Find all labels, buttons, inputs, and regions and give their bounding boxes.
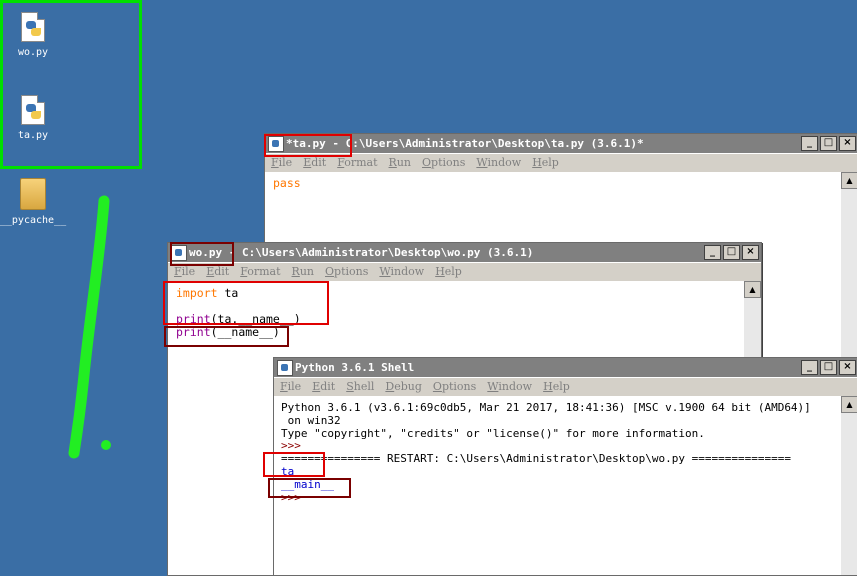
python-file-icon — [21, 95, 45, 125]
window-title: wo.py - C:\Users\Administrator\Desktop\w… — [189, 246, 534, 259]
menu-help[interactable]: Help — [526, 154, 564, 172]
scroll-up-icon[interactable]: ▲ — [841, 172, 857, 189]
annotation-box-wo-code — [163, 281, 329, 325]
title-bar[interactable]: *ta.py - C:\Users\Administrator\Desktop\… — [265, 134, 857, 153]
shell-banner-line: Type "copyright", "credits" or "license(… — [281, 427, 705, 440]
scroll-up-icon[interactable]: ▲ — [841, 396, 857, 413]
shell-restart-line: =============== RESTART: C:\Users\Admini… — [281, 452, 791, 465]
menu-options[interactable]: Options — [427, 378, 481, 396]
menu-debug[interactable]: Debug — [379, 378, 427, 396]
desktop-icon-label: wo.py — [17, 47, 49, 58]
minimize-button[interactable]: _ — [801, 136, 818, 151]
annotation-box-shell-ta — [263, 452, 325, 477]
shell-output[interactable]: Python 3.6.1 (v3.6.1:69c0db5, Mar 21 201… — [274, 396, 857, 575]
menu-options[interactable]: Options — [319, 263, 373, 281]
desktop-icon-wo-py[interactable]: wo.py — [2, 12, 64, 58]
annotation-box-ta-title — [264, 134, 352, 157]
menu-options[interactable]: Options — [416, 154, 470, 172]
menu-window[interactable]: Window — [470, 154, 526, 172]
close-button[interactable]: × — [742, 245, 759, 260]
title-bar[interactable]: wo.py - C:\Users\Administrator\Desktop\w… — [168, 243, 761, 262]
shell-banner-line: on win32 — [281, 414, 341, 427]
python-file-icon — [21, 12, 45, 42]
annotation-box-wo-title — [170, 242, 234, 266]
scroll-up-icon[interactable]: ▲ — [744, 281, 761, 298]
window-title: Python 3.6.1 Shell — [295, 361, 415, 374]
menu-bar: File Edit Shell Debug Options Window Hel… — [274, 378, 857, 396]
annotation-box-shell-main — [268, 478, 351, 498]
close-button[interactable]: × — [839, 136, 856, 151]
annotation-box-wo-print-name — [164, 326, 289, 347]
desktop-icon-ta-py[interactable]: ta.py — [2, 95, 64, 141]
title-bar[interactable]: Python 3.6.1 Shell _ □ × — [274, 358, 857, 377]
maximize-button[interactable]: □ — [820, 360, 837, 375]
desktop-icon-pycache[interactable]: __pycache__ — [0, 178, 68, 226]
menu-edit[interactable]: Edit — [306, 378, 340, 396]
menu-window[interactable]: Window — [481, 378, 537, 396]
menu-format[interactable]: Format — [234, 263, 285, 281]
python-shell-window[interactable]: Python 3.6.1 Shell _ □ × File Edit Shell… — [273, 357, 857, 576]
code-line: pass — [273, 176, 301, 190]
menu-run[interactable]: Run — [286, 263, 319, 281]
shell-prompt: >>> — [281, 439, 308, 452]
shell-banner-line: Python 3.6.1 (v3.6.1:69c0db5, Mar 21 201… — [281, 401, 811, 414]
menu-help[interactable]: Help — [537, 378, 575, 396]
desktop-icon-label: ta.py — [17, 130, 49, 141]
minimize-button[interactable]: _ — [704, 245, 721, 260]
green-marker-stroke — [68, 195, 111, 459]
desktop-icon-label: __pycache__ — [0, 215, 67, 226]
folder-icon — [20, 178, 46, 210]
menu-window[interactable]: Window — [373, 263, 429, 281]
menu-shell[interactable]: Shell — [340, 378, 379, 396]
python-window-icon — [277, 359, 293, 376]
minimize-button[interactable]: _ — [801, 360, 818, 375]
menu-file[interactable]: File — [274, 378, 306, 396]
menu-bar: File Edit Format Run Options Window Help — [168, 263, 761, 281]
close-button[interactable]: × — [839, 360, 856, 375]
menu-run[interactable]: Run — [383, 154, 416, 172]
vertical-scrollbar[interactable]: ▲ — [841, 396, 857, 575]
menu-help[interactable]: Help — [429, 263, 467, 281]
maximize-button[interactable]: □ — [723, 245, 740, 260]
vertical-scrollbar[interactable]: ▲ — [841, 172, 857, 364]
maximize-button[interactable]: □ — [820, 136, 837, 151]
menu-bar: File Edit Format Run Options Window Help — [265, 154, 857, 172]
